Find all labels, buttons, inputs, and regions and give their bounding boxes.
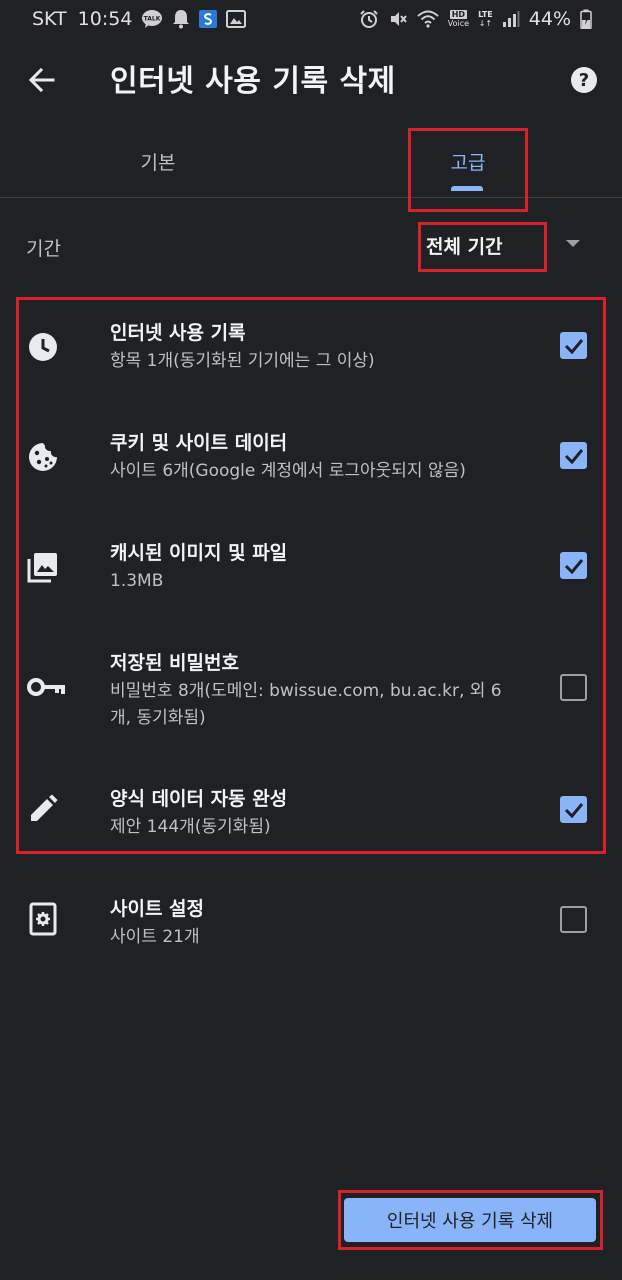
list-item-autofill[interactable]: 양식 데이터 자동 완성 제안 144개(동기화됨) (0, 776, 622, 846)
list-item-site-settings[interactable]: 사이트 설정 사이트 21개 (0, 886, 622, 956)
app-s-icon (199, 9, 218, 29)
lte-label: LTE (478, 10, 493, 19)
checkbox-cached-images[interactable] (560, 552, 587, 579)
tab-bar: 기본 고급 (0, 128, 622, 198)
mute-icon (388, 9, 408, 29)
kakaotalk-icon: TALK (141, 9, 163, 29)
item-title: 저장된 비밀번호 (110, 652, 239, 674)
tab-selected-indicator (451, 186, 483, 191)
svg-text:TALK: TALK (144, 16, 161, 23)
clock-time: 10:54 (77, 8, 133, 30)
checkmark-icon (564, 448, 583, 464)
list-item-cookies[interactable]: 쿠키 및 사이트 데이터 사이트 6개(Google 계정에서 로그아웃되지 않… (0, 420, 622, 520)
images-icon (26, 550, 60, 584)
list-item-cached-images[interactable]: 캐시된 이미지 및 파일 1.3MB (0, 530, 622, 630)
alarm-icon (359, 9, 379, 29)
checkbox-saved-passwords[interactable] (560, 674, 587, 701)
toolbar: 인터넷 사용 기록 삭제 ? (0, 40, 622, 120)
item-subtitle: 제안 144개(동기화됨) (110, 817, 271, 837)
carrier-label: SKT (32, 8, 67, 30)
signal-icon (502, 10, 520, 28)
clock-icon (26, 330, 60, 364)
hd-label: HD (449, 10, 468, 19)
battery-percent: 44% (528, 8, 571, 30)
clear-data-button[interactable]: 인터넷 사용 기록 삭제 (344, 1198, 596, 1242)
item-title: 쿠키 및 사이트 데이터 (110, 432, 288, 454)
item-subtitle: 비밀번호 8개(도메인: bwissue.com, bu.ac.kr, 외 6개… (110, 681, 502, 728)
item-subtitle: 사이트 21개 (110, 927, 200, 947)
checkbox-cookies[interactable] (560, 442, 587, 469)
checkbox-site-settings[interactable] (560, 906, 587, 933)
hd-voice-indicator: HD Voice (448, 10, 469, 28)
checkmark-icon (564, 558, 583, 574)
period-label: 기간 (26, 238, 61, 260)
item-subtitle: 항목 1개(동기화된 기기에는 그 이상) (110, 351, 375, 371)
site-settings-icon (26, 902, 60, 936)
svg-text:?: ? (579, 70, 589, 91)
status-bar: SKT 10:54 TALK HD Voice LTE ↓↑ 44% (0, 0, 622, 38)
item-title: 인터넷 사용 기록 (110, 322, 246, 344)
tab-basic-label: 기본 (140, 152, 176, 174)
wifi-icon (417, 10, 439, 28)
item-title: 캐시된 이미지 및 파일 (110, 542, 288, 564)
pencil-icon (26, 792, 60, 826)
page-title: 인터넷 사용 기록 삭제 (110, 64, 396, 99)
battery-charging-icon (580, 9, 592, 29)
help-icon: ? (571, 67, 597, 93)
tab-basic[interactable]: 기본 (108, 128, 208, 198)
item-subtitle: 사이트 6개(Google 계정에서 로그아웃되지 않음) (110, 461, 466, 481)
item-title: 양식 데이터 자동 완성 (110, 788, 288, 810)
checkmark-icon (564, 802, 583, 818)
checkmark-icon (564, 338, 583, 354)
cookie-icon (26, 440, 60, 474)
key-icon (26, 670, 66, 704)
data-arrows-icon: ↓↑ (478, 19, 493, 28)
arrow-back-icon (28, 67, 55, 93)
item-subtitle: 1.3MB (110, 571, 164, 591)
list-item-saved-passwords[interactable]: 저장된 비밀번호 비밀번호 8개(도메인: bwissue.com, bu.ac… (0, 640, 622, 740)
image-notification-icon (226, 9, 247, 29)
help-button[interactable]: ? (568, 64, 600, 96)
back-button[interactable] (22, 60, 62, 100)
checkbox-browsing-history[interactable] (560, 332, 587, 359)
checkbox-autofill[interactable] (560, 796, 587, 823)
period-value: 전체 기간 (426, 236, 503, 258)
list-item-browsing-history[interactable]: 인터넷 사용 기록 항목 1개(동기화된 기기에는 그 이상) (0, 310, 622, 410)
dropdown-arrow-icon (566, 240, 580, 247)
period-dropdown[interactable]: 전체 기간 (418, 222, 584, 272)
item-title: 사이트 설정 (110, 898, 205, 920)
voice-label: Voice (447, 19, 470, 28)
lte-indicator: LTE ↓↑ (478, 10, 493, 28)
bell-icon (172, 9, 190, 29)
